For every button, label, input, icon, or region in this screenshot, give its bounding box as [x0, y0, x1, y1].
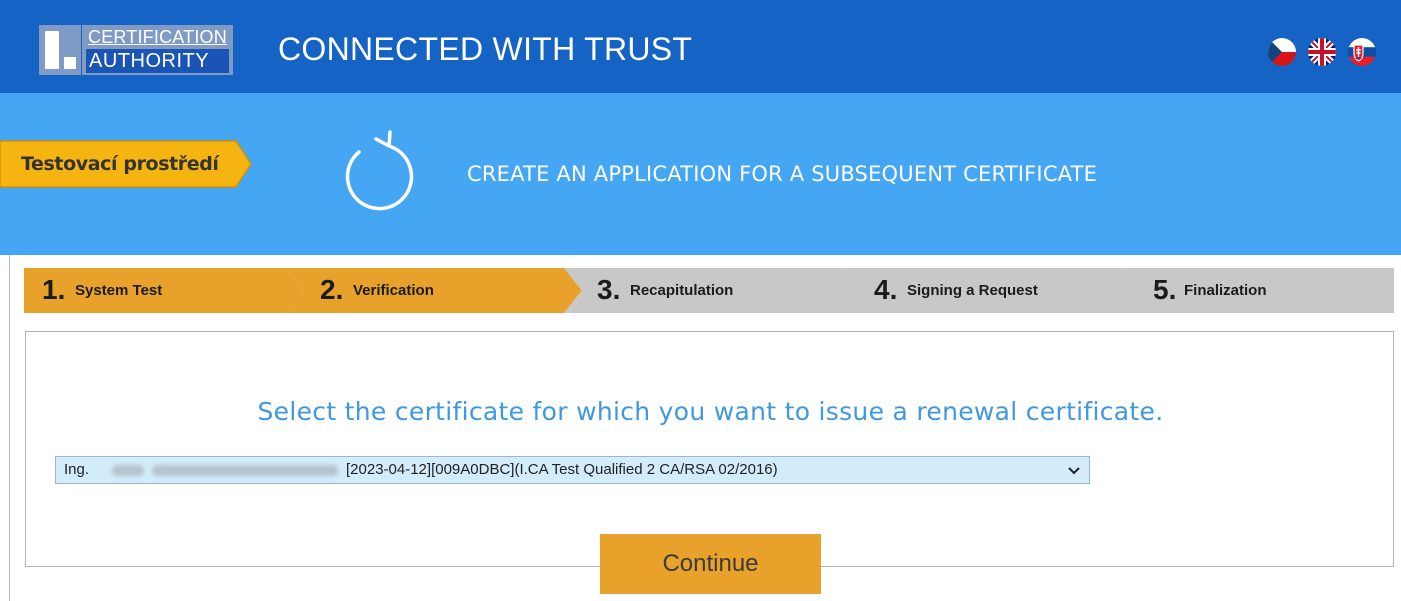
step-finalization[interactable]: 5. Finalization [1120, 268, 1394, 313]
step-verification[interactable]: 2. Verification [286, 268, 582, 313]
continue-button[interactable]: Continue [600, 534, 821, 594]
certificate-select-value: [2023-04-12][009A0DBC](I.CA Test Qualifi… [346, 461, 778, 478]
site-header: CERTIFICATION AUTHORITY CONNECTED WITH T… [0, 0, 1401, 93]
logo-mark [39, 25, 81, 75]
step-number: 1. [42, 274, 66, 305]
step-number: 3. [597, 274, 621, 305]
wizard-steps: 1. System Test 2. Verification 3. Recapi… [24, 268, 1394, 313]
logo-text-certification: CERTIFICATION [88, 27, 227, 47]
slovak-flag-icon[interactable] [1348, 38, 1376, 66]
refresh-icon [330, 125, 422, 217]
step-label: Verification [353, 282, 434, 299]
environment-badge-label: Testovací prostředí [21, 153, 219, 175]
ica-logo[interactable]: CERTIFICATION AUTHORITY [39, 25, 233, 75]
certificate-selection-panel: Select the certificate for which you wan… [25, 331, 1394, 567]
step-recapitulation[interactable]: 3. Recapitulation [564, 268, 860, 313]
page-title: CREATE AN APPLICATION FOR A SUBSEQUENT C… [467, 162, 1098, 186]
environment-badge: Testovací prostředí [0, 140, 252, 188]
continue-button-label: Continue [662, 550, 759, 577]
certificate-holder-title: Ing. [64, 461, 90, 478]
czech-flag-icon[interactable] [1268, 38, 1296, 66]
certificate-select[interactable]: Ing. [2023-04-12][009A0DBC](I.CA Test Qu… [55, 456, 1090, 484]
step-system-test[interactable]: 1. System Test [24, 268, 304, 313]
step-label: System Test [75, 282, 163, 299]
redacted-name [152, 465, 338, 476]
step-number: 5. [1153, 274, 1177, 305]
chevron-down-icon [1068, 467, 1080, 475]
redacted-name [112, 465, 144, 476]
step-signing-request[interactable]: 4. Signing a Request [842, 268, 1138, 313]
header-tagline: CONNECTED WITH TRUST [278, 31, 693, 67]
step-number: 4. [874, 274, 898, 305]
language-switcher [1268, 38, 1376, 66]
step-number: 2. [320, 274, 344, 305]
step-label: Recapitulation [630, 282, 734, 299]
uk-flag-icon[interactable] [1308, 38, 1336, 66]
selection-prompt: Select the certificate for which you wan… [257, 397, 1164, 426]
step-label: Finalization [1184, 282, 1267, 299]
step-label: Signing a Request [907, 282, 1038, 299]
logo-text-authority: AUTHORITY [86, 49, 229, 73]
page-banner: Testovací prostředí CREATE AN APPLICATIO… [0, 93, 1401, 255]
